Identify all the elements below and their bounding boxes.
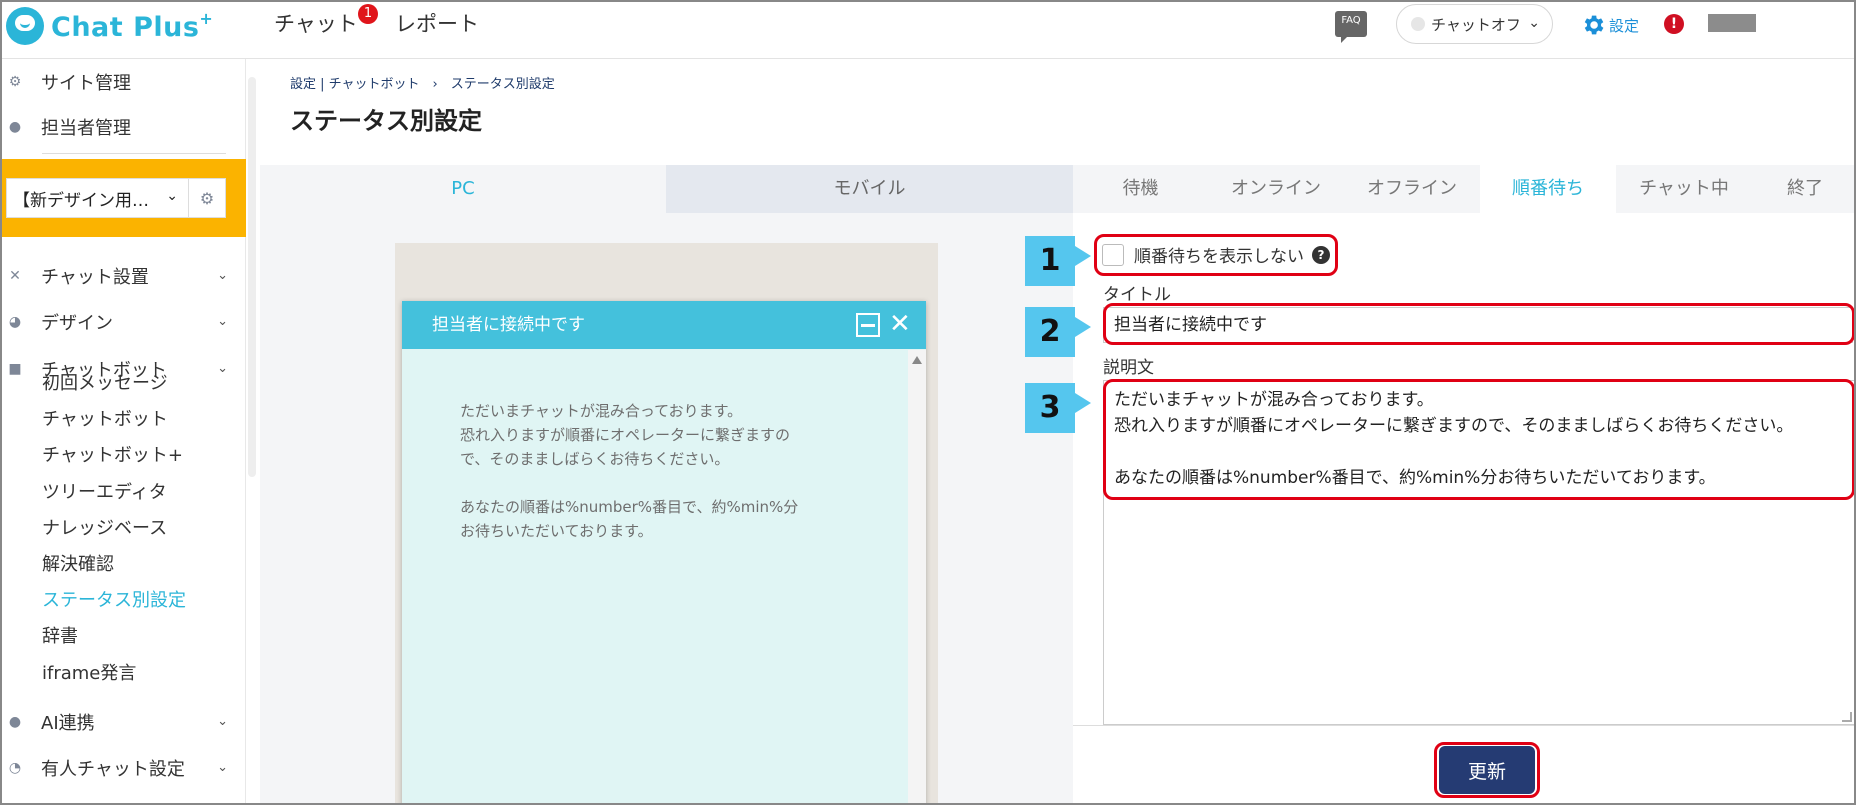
users-icon: ● [8, 119, 22, 135]
resize-handle[interactable] [1842, 712, 1852, 722]
chat-message-line: ただいまチャットが混み合っております。 [460, 402, 743, 420]
brand-logo[interactable]: Chat Plus+ [6, 6, 213, 46]
highlight-box-3 [1103, 379, 1854, 500]
close-icon[interactable]: ✕ [889, 306, 911, 342]
tab-status-queue[interactable]: 順番待ち [1480, 165, 1616, 213]
settings-link[interactable]: 設定 [1580, 12, 1639, 38]
sidebar-subitem-resolution-check[interactable]: 解決確認 [42, 550, 114, 580]
chevron-down-icon: ⌄ [217, 314, 228, 329]
sidebar-item-chat-install[interactable]: ✕ チャット設置 ⌄ [2, 256, 242, 296]
tab-status-offline[interactable]: オフライン [1344, 165, 1480, 213]
sidebar: ⚙ サイト管理 ● 担当者管理 【新デザイン用… ⌄ ⚙ ✕ チャット設置 ⌄ … [2, 59, 246, 803]
sidebar-item-label: サイト管理 [41, 73, 131, 94]
minimize-icon[interactable] [856, 313, 880, 337]
sidebar-subitem-tree-editor[interactable]: ツリーエディタ [42, 478, 167, 508]
chevron-down-icon: ⌄ [217, 760, 228, 775]
chevron-down-icon: ⌄ [217, 361, 228, 376]
site-settings-gear-icon[interactable]: ⚙ [188, 178, 226, 218]
chat-window-title: 担当者に接続中です [402, 301, 926, 349]
annotation-marker-2: 2 [1025, 307, 1091, 357]
sidebar-item-label: チャット設置 [41, 267, 149, 288]
annotation-marker-3: 3 [1025, 383, 1091, 433]
tab-status-chatting[interactable]: チャット中 [1616, 165, 1752, 213]
tab-status-standby[interactable]: 待機 [1073, 165, 1208, 213]
headset-icon: ◔ [8, 760, 22, 776]
chat-message: ただいまチャットが混み合っております。 恐れ入りますが順番にオペレーターに繋ぎま… [460, 399, 840, 543]
app-frame: Chat Plus+ チャット 1 レポート FAQ チャットオフ ⌄ 設定 !… [0, 0, 1856, 805]
tab-status-ended[interactable]: 終了 [1752, 165, 1854, 213]
sidebar-subitem-initial-message[interactable]: 初回メッセージ [42, 369, 168, 399]
alert-icon[interactable]: ! [1664, 14, 1684, 34]
sidebar-item-design[interactable]: ◕ デザイン ⌄ [2, 302, 242, 342]
chat-bubble-icon [6, 7, 44, 45]
site-select[interactable]: 【新デザイン用… ⌄ [6, 178, 189, 218]
chat-message-line: あなたの順番は%number%番目で、約%min%分 [460, 498, 799, 516]
sidebar-item-label: 担当者管理 [41, 118, 131, 139]
top-bar: Chat Plus+ チャット 1 レポート FAQ チャットオフ ⌄ 設定 ! [2, 2, 1854, 59]
tools-icon: ✕ [9, 268, 21, 284]
status-tabs: 待機 オンライン オフライン 順番待ち チャット中 終了 [1073, 165, 1854, 213]
chat-message-line [460, 471, 840, 495]
brain-icon: ● [8, 714, 22, 730]
chat-notification-badge: 1 [358, 4, 378, 24]
settings-label: 設定 [1609, 16, 1640, 35]
sidebar-subitem-iframe[interactable]: iframe発言 [42, 659, 136, 689]
sidebar-item-label: 有人チャット設定 [41, 759, 185, 780]
tab-pc[interactable]: PC [260, 165, 666, 213]
sidebar-subitem-knowledge-base[interactable]: ナレッジベース [42, 514, 167, 544]
nav-chat[interactable]: チャット [274, 8, 358, 38]
gear-icon [1584, 15, 1604, 35]
sidebar-subitem-dictionary[interactable]: 辞書 [42, 622, 78, 652]
palette-icon: ◕ [8, 314, 22, 330]
gear-icon: ⚙ [8, 74, 22, 90]
brand-name: Chat Plus+ [51, 9, 214, 43]
highlight-box-1 [1094, 234, 1338, 276]
tab-mobile[interactable]: モバイル [666, 165, 1073, 213]
scroll-up-arrow-icon[interactable] [912, 356, 922, 364]
sidebar-item-manned-chat[interactable]: ◔ 有人チャット設定 ⌄ [2, 748, 242, 788]
chat-window-preview: 担当者に接続中です ✕ ただいまチャットが混み合っております。 恐れ入りますが順… [402, 301, 926, 803]
page-title: ステータス別設定 [290, 107, 482, 135]
sidebar-item-operator-management[interactable]: ● 担当者管理 [2, 107, 242, 147]
sidebar-item-label: デザイン [41, 313, 113, 334]
breadcrumb[interactable]: 設定 | チャットボット › ステータス別設定 [290, 73, 555, 92]
chat-message-line: で、そのまましばらくお待ちください。 [460, 450, 730, 468]
chat-status-label: チャットオフ [1431, 15, 1521, 34]
status-dot-icon [1411, 17, 1425, 31]
chevron-down-icon: ⌄ [217, 714, 228, 729]
sidebar-subitem-status-settings[interactable]: ステータス別設定 [42, 586, 186, 616]
chevron-down-icon: ⌄ [217, 268, 228, 283]
page-header: 設定 | チャットボット › ステータス別設定 ステータス別設定 [260, 59, 1854, 165]
description-label: 説明文 [1103, 358, 1154, 378]
chat-status-select[interactable]: チャットオフ ⌄ [1396, 4, 1553, 44]
chevron-down-icon: ⌄ [1528, 15, 1540, 31]
chat-message-line: お待ちいただいております。 [460, 522, 653, 540]
sidebar-subitem-chatbot-plus[interactable]: チャットボット+ [42, 441, 183, 471]
sidebar-divider [42, 153, 226, 154]
site-selector-box: 【新デザイン用… ⌄ ⚙ [2, 159, 246, 237]
annotation-marker-1: 1 [1025, 236, 1091, 286]
sidebar-subitem-chatbot[interactable]: チャットボット [42, 405, 168, 435]
nav-report[interactable]: レポート [395, 8, 479, 38]
highlight-box-2 [1103, 303, 1854, 345]
chat-scrollbar[interactable] [908, 350, 926, 803]
sidebar-scrollbar[interactable] [248, 77, 256, 477]
faq-icon[interactable]: FAQ [1335, 11, 1367, 43]
highlight-box-update [1434, 742, 1540, 798]
chat-message-line: 恐れ入りますが順番にオペレーターに繋ぎますの [460, 426, 791, 444]
chevron-down-icon: ⌄ [166, 188, 178, 204]
chat-icon: ■ [8, 361, 22, 377]
tab-status-online[interactable]: オンライン [1208, 165, 1344, 213]
sidebar-item-label: AI連携 [41, 713, 95, 734]
sidebar-item-site-management[interactable]: ⚙ サイト管理 [2, 62, 242, 102]
title-label: タイトル [1103, 285, 1171, 305]
sidebar-item-ai-integration[interactable]: ● AI連携 ⌄ [2, 702, 242, 742]
user-menu[interactable] [1708, 14, 1756, 32]
site-select-value: 【新デザイン用… [13, 190, 149, 211]
